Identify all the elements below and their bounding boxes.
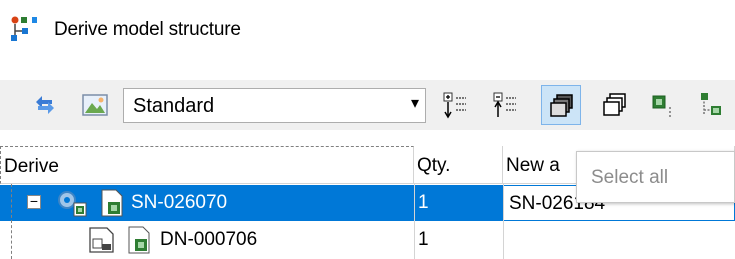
window-title: Derive model structure	[54, 19, 241, 40]
chevron-down-icon: ▾	[410, 95, 419, 112]
column-divider	[503, 184, 504, 259]
part-document-icon	[101, 189, 123, 217]
green-node-icon[interactable]	[648, 90, 678, 120]
view-select[interactable]: Standard ▾	[123, 88, 426, 123]
picture-icon[interactable]	[80, 90, 110, 120]
row-qty: 1	[418, 229, 429, 250]
row-id: DN-000706	[160, 229, 258, 250]
tooltip-text: Select all	[591, 167, 669, 188]
collapse-tree-icon[interactable]	[490, 90, 520, 120]
drawing-document-icon	[89, 227, 114, 253]
part-document-icon	[128, 226, 150, 254]
row-id: SN-026070	[131, 192, 228, 213]
column-header-qty[interactable]: Qty.	[414, 146, 503, 184]
tooltip: Select all	[576, 151, 735, 203]
view-select-value: Standard	[133, 95, 215, 117]
row-qty: 1	[418, 192, 429, 213]
derive-structure-icon	[11, 16, 37, 41]
collapse-node-button[interactable]: −	[27, 194, 41, 209]
toolbar: Standard ▾	[0, 80, 735, 130]
node-hierarchy-icon[interactable]	[697, 90, 727, 120]
assembly-gear-icon	[58, 191, 87, 217]
stacked-windows-outline-icon[interactable]	[600, 90, 630, 120]
tree-guide-line	[11, 184, 13, 259]
expand-tree-icon[interactable]	[440, 90, 470, 120]
column-header-derive[interactable]: Derive	[0, 146, 414, 184]
column-divider	[414, 184, 415, 259]
stacked-windows-filled-icon	[550, 94, 573, 117]
view-toggle-filled[interactable]	[541, 85, 581, 125]
table-row[interactable]: DN-000706 1	[0, 222, 735, 258]
refresh-icon[interactable]	[30, 90, 60, 120]
